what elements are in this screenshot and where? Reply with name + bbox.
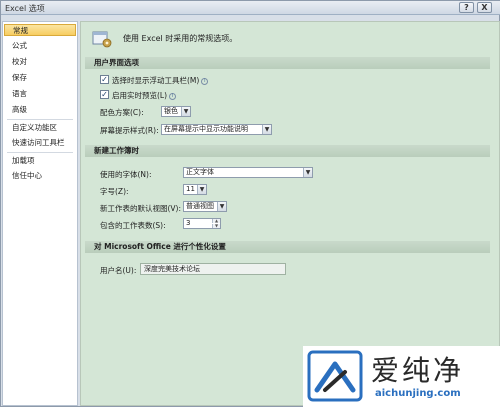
nav-item-save[interactable]: 保存 <box>4 72 76 84</box>
sheet-count-stepper[interactable]: 3 ▲ ▼ <box>183 218 221 229</box>
nav-item-add-ins[interactable]: 加载项 <box>4 155 76 167</box>
nav-item-customize-ribbon[interactable]: 自定义功能区 <box>4 122 76 134</box>
default-view-value: 普通视图 <box>186 202 214 210</box>
nav-item-trust-center[interactable]: 信任中心 <box>4 170 76 182</box>
chevron-down-icon: ▼ <box>217 202 226 211</box>
chevron-down-icon: ▼ <box>262 125 271 134</box>
font-label: 使用的字体(N): <box>100 170 152 179</box>
screentip-style-select[interactable]: 在屏幕提示中显示功能说明 ▼ <box>161 124 272 135</box>
watermark-url: aichunjing.com <box>375 388 461 399</box>
nav-item-advanced[interactable]: 高级 <box>4 104 76 116</box>
username-field[interactable]: 深度完美技术论坛 <box>140 263 286 275</box>
mini-toolbar-label: 选择时显示浮动工具栏(M) i <box>112 75 209 86</box>
font-value: 正文字体 <box>186 168 214 176</box>
font-select[interactable]: 正文字体 ▼ <box>183 167 313 178</box>
window-title: Excel 选项 <box>5 4 45 13</box>
options-nav: 常规 公式 校对 保存 语言 高级 自定义功能区 快速访问工具栏 加载项 信任中… <box>2 21 78 406</box>
panel-description: 使用 Excel 时采用的常规选项。 <box>123 34 238 43</box>
stepper-down-icon[interactable]: ▼ <box>212 224 220 228</box>
section-new-workbook: 新建工作簿时 <box>85 145 490 157</box>
gear-icon <box>92 31 112 48</box>
panel-header: 使用 Excel 时采用的常规选项。 <box>87 26 487 52</box>
nav-divider <box>7 152 73 153</box>
screentip-style-label: 屏幕提示样式(R): <box>100 126 159 135</box>
close-button[interactable]: X <box>477 2 492 13</box>
nav-item-formulas[interactable]: 公式 <box>4 40 76 52</box>
default-view-label: 新工作表的默认视图(V): <box>100 204 182 213</box>
screentip-style-value: 在屏幕提示中显示功能说明 <box>164 125 248 133</box>
color-scheme-value: 银色 <box>164 107 178 115</box>
chevron-down-icon: ▼ <box>181 107 190 116</box>
color-scheme-label: 配色方案(C): <box>100 108 144 117</box>
info-icon: i <box>201 77 209 85</box>
live-preview-label: 启用实时预览(L) i <box>112 90 177 101</box>
chevron-down-icon: ▼ <box>303 168 312 177</box>
color-scheme-select[interactable]: 银色 ▼ <box>161 106 191 117</box>
section-ui-options: 用户界面选项 <box>85 57 490 69</box>
sheet-count-label: 包含的工作表数(S): <box>100 221 166 230</box>
font-size-value: 11 <box>186 185 195 193</box>
font-size-select[interactable]: 11 ▼ <box>183 184 207 195</box>
watermark-title: 爱纯净 <box>371 354 465 387</box>
default-view-select[interactable]: 普通视图 ▼ <box>183 201 227 212</box>
live-preview-text: 启用实时预览(L) <box>112 91 168 100</box>
site-watermark: 爱纯净 aichunjing.com <box>303 346 500 407</box>
font-size-label: 字号(Z): <box>100 187 129 196</box>
nav-item-proofing[interactable]: 校对 <box>4 56 76 68</box>
chevron-down-icon: ▼ <box>197 185 206 194</box>
username-label: 用户名(U): <box>100 266 137 275</box>
nav-item-general[interactable]: 常规 <box>4 24 76 36</box>
nav-divider <box>7 119 73 120</box>
site-logo-icon <box>307 350 363 402</box>
title-bar[interactable]: Excel 选项 ? X <box>1 1 500 15</box>
mini-toolbar-text: 选择时显示浮动工具栏(M) <box>112 76 200 85</box>
info-icon: i <box>169 92 177 100</box>
help-button[interactable]: ? <box>459 2 474 13</box>
mini-toolbar-checkbox[interactable]: ✓ <box>100 75 109 84</box>
nav-item-language[interactable]: 语言 <box>4 88 76 100</box>
live-preview-checkbox[interactable]: ✓ <box>100 90 109 99</box>
sheet-count-value: 3 <box>186 219 191 227</box>
nav-item-quick-access-toolbar[interactable]: 快速访问工具栏 <box>4 137 76 149</box>
section-personalize: 对 Microsoft Office 进行个性化设置 <box>85 241 490 253</box>
